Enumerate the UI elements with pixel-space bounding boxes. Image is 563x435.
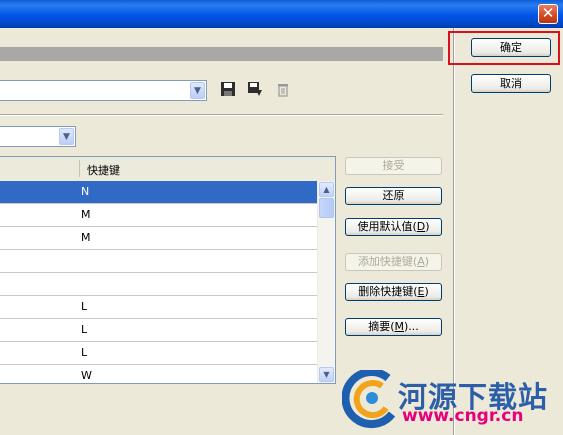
shortcut-table: 快捷键 N M M L L L W ▲ ▼ [0, 156, 336, 384]
table-row[interactable]: L [0, 319, 318, 342]
table-row[interactable]: L [0, 342, 318, 365]
column-divider[interactable] [79, 160, 80, 177]
watermark: 河源下载站 www.cngr.cn [340, 370, 563, 435]
shortcut-type-select[interactable]: ▼ [0, 126, 76, 147]
row-shortcut: L [81, 323, 88, 336]
table-row[interactable]: W [0, 365, 318, 383]
highlight-box [448, 31, 560, 65]
vertical-scrollbar[interactable]: ▲ ▼ [317, 181, 335, 383]
table-row[interactable]: M [0, 227, 318, 250]
table-row[interactable]: N [0, 181, 318, 204]
add-shortcut-button[interactable]: 添加快捷键(A) [345, 253, 442, 271]
separator [0, 114, 443, 116]
delete-shortcut-button[interactable]: 删除快捷键(E) [345, 283, 442, 301]
row-shortcut: M [81, 208, 91, 221]
restore-button[interactable]: 还原 [345, 187, 442, 205]
table-row[interactable]: M [0, 204, 318, 227]
row-shortcut: L [81, 346, 88, 359]
header-band [0, 47, 443, 61]
table-row[interactable] [0, 250, 318, 273]
accept-button[interactable]: 接受 [345, 157, 442, 175]
row-shortcut: W [81, 369, 92, 382]
watermark-url: www.cngr.cn [402, 406, 524, 426]
save-icon[interactable] [219, 81, 237, 99]
close-icon[interactable]: ✕ [538, 4, 558, 24]
watermark-logo-icon [342, 370, 396, 429]
column-header-shortcut[interactable]: 快捷键 [87, 162, 120, 178]
row-shortcut: L [81, 300, 88, 313]
cancel-button[interactable]: 取消 [471, 74, 551, 93]
table-row[interactable]: L [0, 296, 318, 319]
row-shortcut: N [81, 185, 90, 198]
chevron-down-icon[interactable]: ▼ [59, 128, 74, 145]
use-default-button[interactable]: 使用默认值(D) [345, 218, 442, 236]
save-as-icon[interactable] [246, 81, 264, 99]
chevron-down-icon[interactable]: ▼ [190, 82, 205, 99]
scroll-thumb[interactable] [319, 198, 334, 218]
scroll-down-icon[interactable]: ▼ [319, 367, 334, 382]
table-header: 快捷键 [0, 157, 335, 182]
summary-button[interactable]: 摘要(M)... [345, 318, 442, 336]
shortcut-set-select[interactable]: ▼ [0, 80, 207, 101]
title-bar: ✕ [0, 0, 563, 28]
scroll-up-icon[interactable]: ▲ [319, 182, 334, 197]
trash-icon[interactable] [274, 81, 292, 99]
table-row[interactable] [0, 273, 318, 296]
row-shortcut: M [81, 231, 91, 244]
